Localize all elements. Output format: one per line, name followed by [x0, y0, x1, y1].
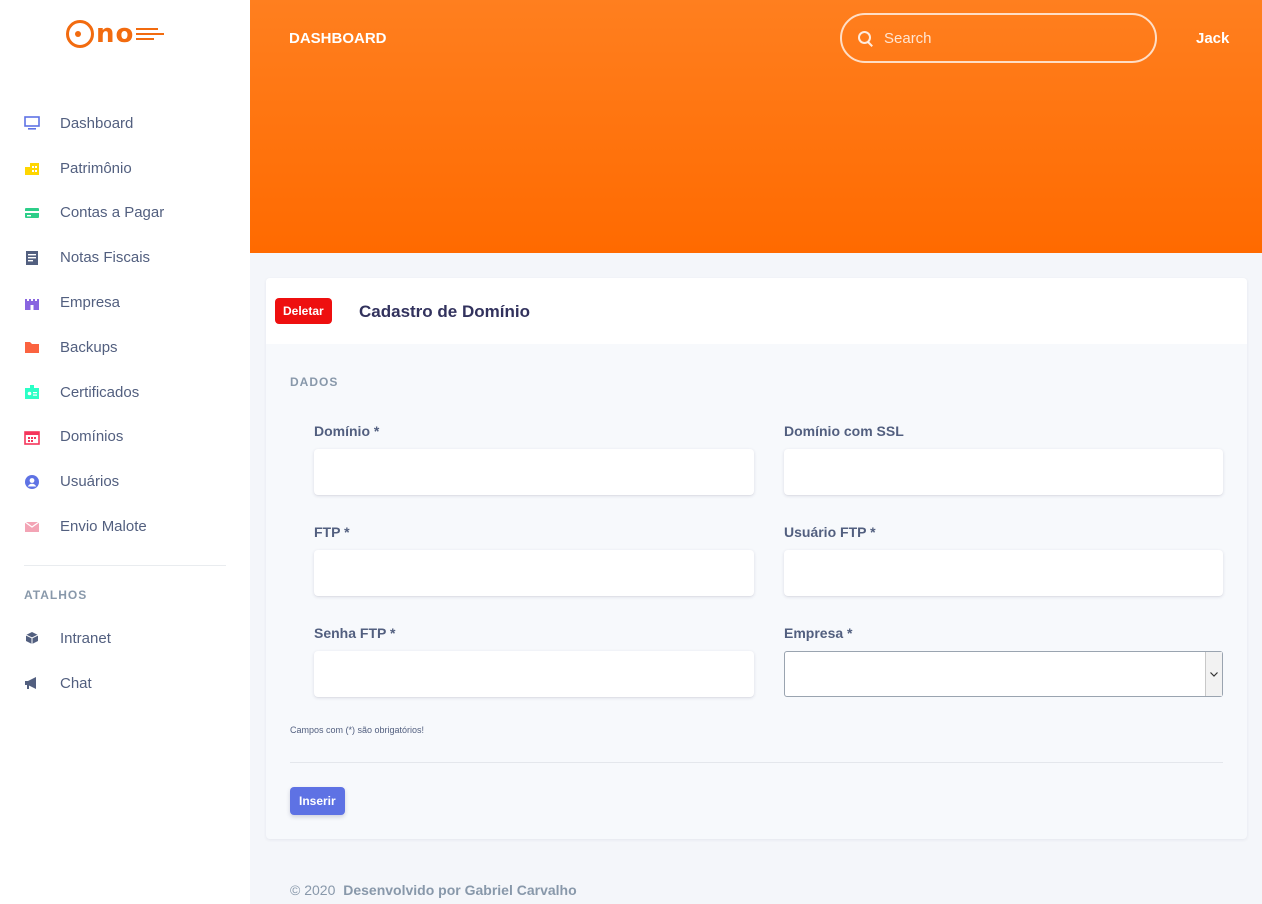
card-header: Deletar Cadastro de Domínio: [266, 278, 1247, 344]
sidebar-item-patrimonio[interactable]: Patrimônio: [0, 146, 250, 191]
sidebar-item-notas-fiscais[interactable]: Notas Fiscais: [0, 235, 250, 280]
sidebar-item-backups[interactable]: Backups: [0, 325, 250, 370]
monitor-icon: [24, 115, 40, 131]
ftp-label: FTP *: [314, 524, 350, 540]
sidebar-item-empresa[interactable]: Empresa: [0, 280, 250, 325]
dominio-ssl-label: Domínio com SSL: [784, 423, 904, 439]
domain-form-card: Deletar Cadastro de Domínio DADOS Domíni…: [266, 278, 1247, 839]
search-icon: [858, 31, 872, 45]
buildings-icon: [24, 160, 40, 176]
card-title: Cadastro de Domínio: [359, 302, 530, 321]
empresa-select[interactable]: [784, 651, 1223, 697]
sidebar-nav: Dashboard Patrimônio Contas a Pagar Nota…: [0, 101, 250, 549]
search-input[interactable]: [884, 29, 1124, 47]
search-box[interactable]: [840, 13, 1157, 63]
speed-lines-icon: [136, 28, 165, 40]
senha-ftp-input[interactable]: [314, 651, 754, 697]
delete-button[interactable]: Deletar: [275, 298, 332, 324]
footer-credit-link[interactable]: Desenvolvido por Gabriel Carvalho: [343, 882, 576, 898]
castle-icon: [24, 295, 40, 311]
sidebar-item-usuarios[interactable]: Usuários: [0, 459, 250, 504]
empresa-label: Empresa *: [784, 625, 853, 641]
insert-button[interactable]: Inserir: [290, 787, 345, 815]
dominio-ssl-input[interactable]: [784, 449, 1223, 495]
sidebar-item-label: Usuários: [60, 473, 120, 491]
document-icon: [24, 250, 40, 266]
folder-icon: [24, 339, 40, 355]
logo-mark-icon: [66, 20, 94, 48]
sidebar: no Dashboard Patrimônio Contas a Pagar N…: [0, 0, 250, 904]
cube-icon: [24, 630, 40, 646]
calendar-icon: [24, 429, 40, 445]
sidebar-shortcuts: Intranet Chat: [0, 616, 250, 706]
sidebar-section-title: ATALHOS: [24, 588, 88, 602]
sidebar-item-label: Contas a Pagar: [60, 204, 165, 222]
usuario-ftp-label: Usuário FTP *: [784, 524, 876, 540]
sidebar-item-dashboard[interactable]: Dashboard: [0, 101, 250, 146]
sidebar-item-label: Intranet: [60, 629, 111, 647]
logo-text: no: [96, 19, 135, 49]
sidebar-divider: [24, 565, 226, 566]
user-icon: [24, 474, 40, 490]
megaphone-icon: [24, 675, 40, 691]
form-divider: [290, 762, 1223, 763]
sidebar-item-label: Patrimônio: [60, 159, 132, 177]
sidebar-item-label: Empresa: [60, 294, 121, 312]
footer: © 2020 Desenvolvido por Gabriel Carvalho: [290, 882, 577, 898]
sidebar-item-label: Envio Malote: [60, 518, 147, 536]
badge-icon: [24, 384, 40, 400]
logo[interactable]: no: [66, 16, 165, 52]
sidebar-item-label: Domínios: [60, 428, 124, 446]
sidebar-item-label: Notas Fiscais: [60, 249, 151, 267]
required-fields-note: Campos com (*) são obrigatórios!: [290, 725, 425, 735]
page-title[interactable]: DASHBOARD: [289, 30, 387, 47]
sidebar-item-dominios[interactable]: Domínios: [0, 415, 250, 460]
chevron-down-icon[interactable]: [1205, 652, 1222, 696]
dominio-label: Domínio *: [314, 423, 380, 439]
top-header: DASHBOARD Jack: [250, 0, 1262, 253]
envelope-icon: [24, 519, 40, 535]
sidebar-item-contas-a-pagar[interactable]: Contas a Pagar: [0, 191, 250, 236]
sidebar-item-envio-malote[interactable]: Envio Malote: [0, 504, 250, 549]
senha-ftp-label: Senha FTP *: [314, 625, 396, 641]
sidebar-item-label: Backups: [60, 338, 118, 356]
sidebar-item-chat[interactable]: Chat: [0, 661, 250, 706]
usuario-ftp-input[interactable]: [784, 550, 1223, 596]
sidebar-item-intranet[interactable]: Intranet: [0, 616, 250, 661]
sidebar-item-label: Dashboard: [60, 114, 134, 132]
ftp-input[interactable]: [314, 550, 754, 596]
sidebar-item-certificados[interactable]: Certificados: [0, 370, 250, 415]
form-section-title: DADOS: [290, 375, 339, 389]
credit-card-icon: [24, 205, 40, 221]
footer-copyright: © 2020: [290, 882, 336, 898]
user-menu[interactable]: Jack: [1196, 30, 1229, 47]
sidebar-item-label: Certificados: [60, 383, 140, 401]
dominio-input[interactable]: [314, 449, 754, 495]
sidebar-item-label: Chat: [60, 674, 92, 692]
